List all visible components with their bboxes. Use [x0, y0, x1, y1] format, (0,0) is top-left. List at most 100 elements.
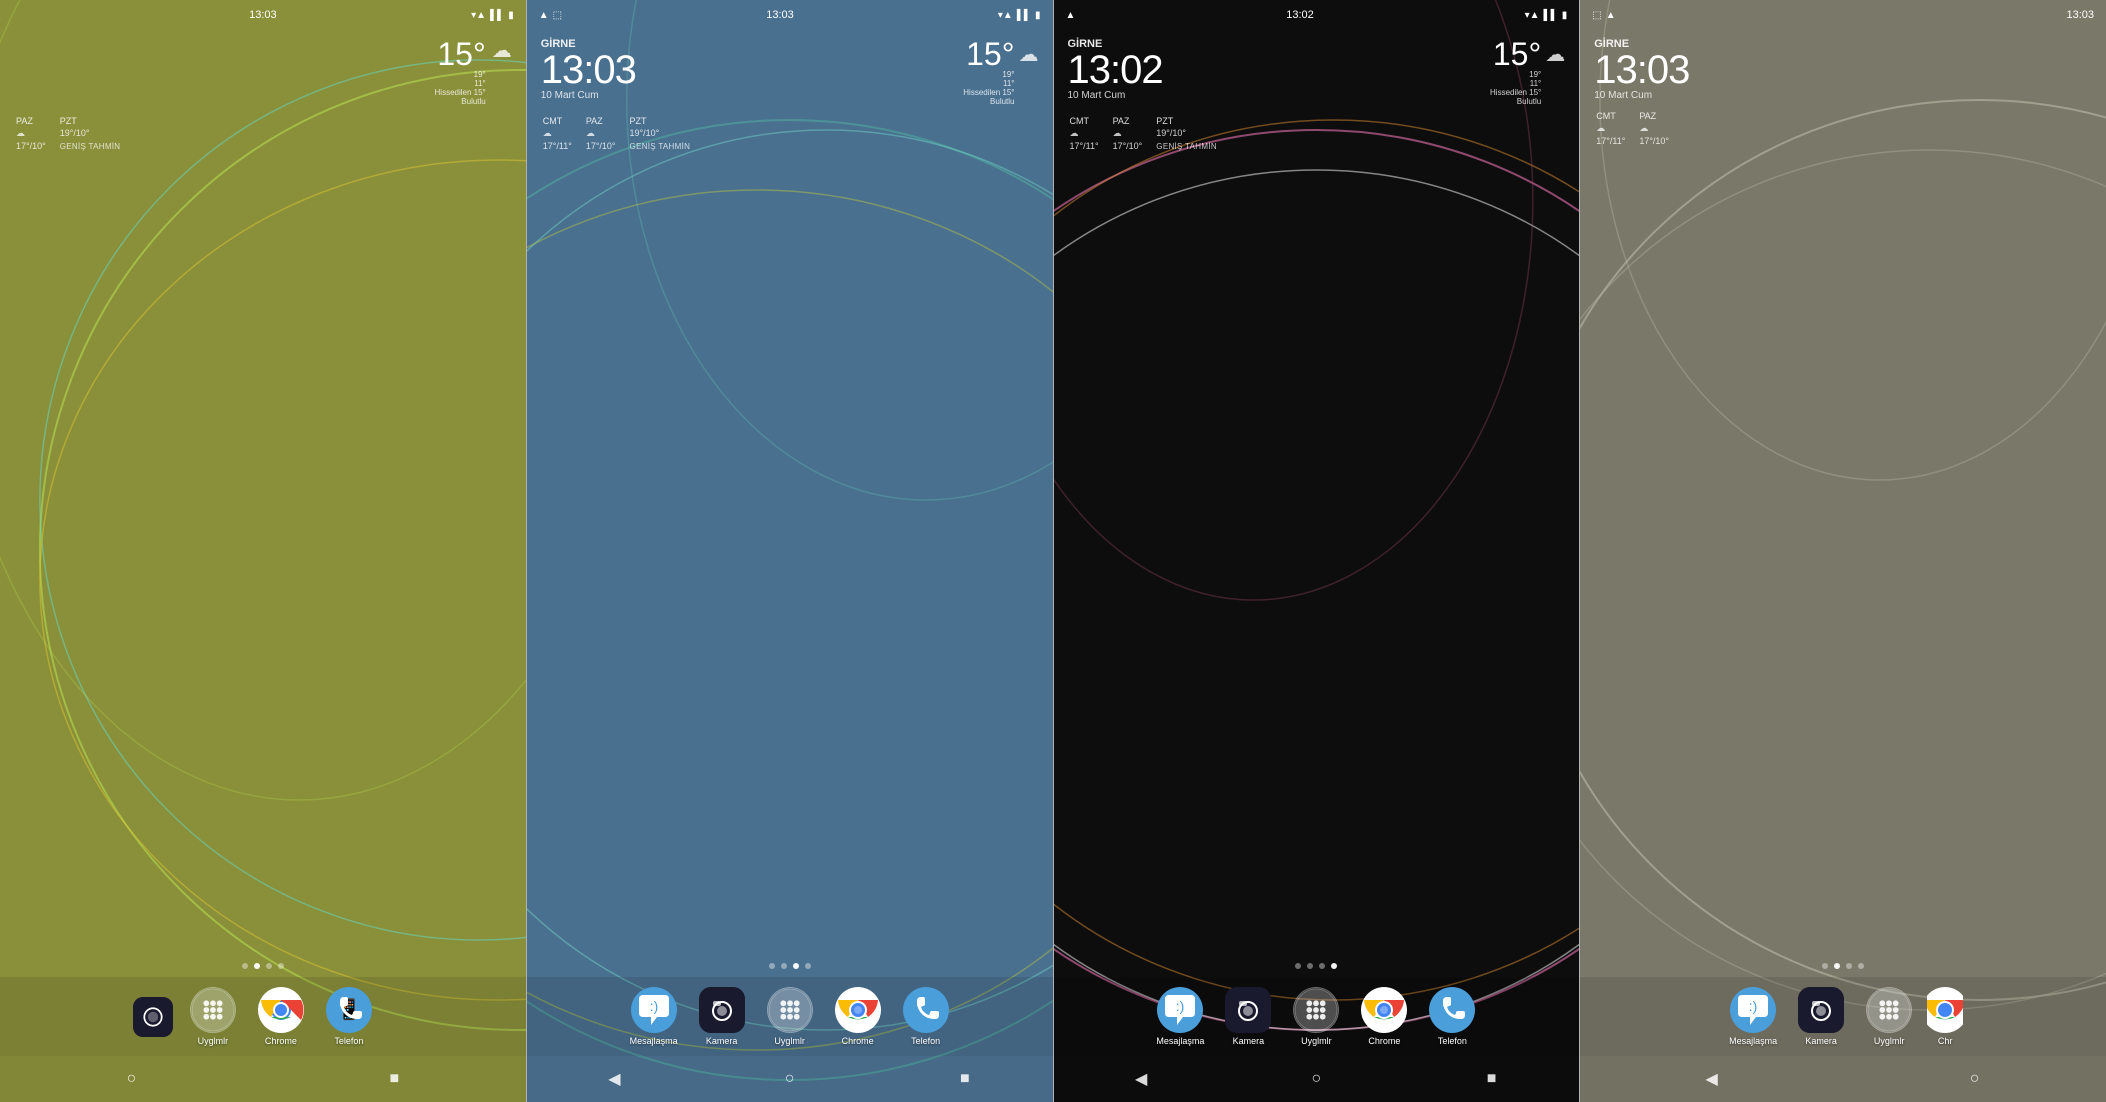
location-2: GİRNE	[541, 38, 636, 50]
nav-bar-1: ○ ■	[0, 1056, 526, 1102]
app-kamera-4[interactable]: Kamera	[1791, 987, 1851, 1046]
status-bar-3: ▲ 13:02 ▾▲ ▌▌ ▮	[1054, 0, 1580, 30]
nav-circle-4[interactable]: ○	[1964, 1068, 1986, 1090]
app-chrome-3[interactable]: Chrome	[1354, 987, 1414, 1046]
status-time-1: 13:03	[249, 9, 277, 21]
app-label-kamera-4: Kamera	[1805, 1036, 1837, 1046]
app-dock-2: :) Mesajlaşma Kamera	[527, 977, 1053, 1056]
app-telefon-2[interactable]: Telefon	[896, 987, 956, 1046]
nav-bar-3: ◀ ○ ■	[1054, 1056, 1580, 1102]
screenshot-icon-4: ⬚	[1592, 10, 1601, 21]
screen-2: ▲ ⬚ 13:03 ▾▲ ▌▌ ▮ GİRNE 13:03 10 Mart Cu…	[527, 0, 1053, 1102]
nav-bar-4: ◀ ○	[1580, 1056, 2106, 1102]
app-mesajlasma-4[interactable]: :) Mesajlaşma	[1723, 987, 1783, 1046]
app-uygulamalar-4[interactable]: Uyglmlr	[1859, 987, 1919, 1046]
nav-back-3[interactable]: ◀	[1130, 1068, 1152, 1090]
weather-widget-1: 15° 19° 11° Hissedilen 15° Bulutlu ☁ PAZ…	[0, 30, 526, 159]
drive-icon-4: ▲	[1606, 10, 1616, 21]
battery-icon-1: ▮	[508, 10, 514, 21]
screenshot-icon-2: ⬚	[553, 10, 562, 21]
weather-widget-3: GİRNE 13:02 10 Mart Cum 15° 19° 11° Hiss…	[1054, 30, 1580, 159]
dot-1-0	[242, 963, 248, 969]
svg-text::): :)	[649, 998, 658, 1014]
dot-3-0	[1295, 963, 1301, 969]
nav-square-1[interactable]: ■	[383, 1068, 405, 1090]
forecast-1: PAZ ☁ 17°/10° PZT 19°/10° GENİŞ TAHMİN	[14, 116, 512, 151]
nav-circle-1[interactable]: ○	[120, 1068, 142, 1090]
temp-detail-2: 19° 11° Hissedilen 15° Bulutlu	[963, 70, 1014, 106]
date-3: 10 Mart Cum	[1068, 90, 1163, 101]
app-dock-4: :) Mesajlaşma Kamera	[1580, 977, 2106, 1056]
drive-icon-3: ▲	[1066, 10, 1076, 21]
nav-circle-3[interactable]: ○	[1305, 1068, 1327, 1090]
app-uygulamalar-2[interactable]: Uyglmlr	[760, 987, 820, 1046]
forecast-3: CMT ☁ 17°/11° PAZ ☁ 17°/10° PZT 19°/10° …	[1068, 116, 1566, 151]
app-dock-1: Uyglmlr Chrome 📱	[0, 977, 526, 1056]
page-indicators-4	[1580, 955, 2106, 977]
app-kamera-2[interactable]: Kamera	[692, 987, 752, 1046]
dot-2-3	[805, 963, 811, 969]
app-label-mes-2: Mesajlaşma	[630, 1036, 678, 1046]
app-dock-3: :) Mesajlaşma Kamera	[1054, 977, 1580, 1056]
app-chrome-2[interactable]: Chrome	[828, 987, 888, 1046]
nav-circle-2[interactable]: ○	[779, 1068, 801, 1090]
dot-3-1	[1307, 963, 1313, 969]
status-time-3: 13:02	[1286, 9, 1314, 21]
app-uygulamalar-1[interactable]: Uyglmlr	[183, 987, 243, 1046]
drive-icon-2: ▲	[539, 10, 549, 21]
dot-2-1	[781, 963, 787, 969]
app-mesajlasma-2[interactable]: :) Mesajlaşma	[624, 987, 684, 1046]
svg-text::): :)	[1749, 998, 1758, 1014]
app-uygulamalar-3[interactable]: Uyglmlr	[1286, 987, 1346, 1046]
location-3: GİRNE	[1068, 38, 1163, 50]
app-chrome-1[interactable]: Chrome	[251, 987, 311, 1046]
status-left-icons-4: ⬚ ▲	[1592, 10, 1615, 21]
app-label-uyg-2: Uyglmlr	[774, 1036, 805, 1046]
nav-square-3[interactable]: ■	[1481, 1068, 1503, 1090]
signal-icon-2: ▌▌	[1017, 10, 1031, 21]
nav-back-2[interactable]: ◀	[603, 1068, 625, 1090]
app-label-mes-3: Mesajlaşma	[1156, 1036, 1204, 1046]
dot-2-0	[769, 963, 775, 969]
battery-icon-3: ▮	[1562, 10, 1568, 21]
app-telefon-1[interactable]: 📱 Telefon	[319, 987, 379, 1046]
signal-icon-3: ▌▌	[1544, 10, 1558, 21]
nav-back-4[interactable]: ◀	[1701, 1068, 1723, 1090]
weather-widget-4: GİRNE 13:03 10 Mart Cum CMT ☁ 17°/11° PA…	[1580, 30, 2106, 154]
app-label-chrome-1: Chrome	[265, 1036, 297, 1046]
page-indicators-2	[527, 955, 1053, 977]
cloud-icon-3: ☁	[1545, 42, 1565, 67]
date-4: 10 Mart Cum	[1594, 90, 1689, 101]
temp-main-1: 15°	[435, 38, 486, 70]
dot-1-1	[254, 963, 260, 969]
app-telefon-3[interactable]: Telefon	[1422, 987, 1482, 1046]
status-icons-1: ▾▲ ▌▌ ▮	[471, 10, 514, 21]
time-large-3: 13:02	[1068, 50, 1163, 90]
status-time-2: 13:03	[766, 9, 794, 21]
status-bar-4: ⬚ ▲ 13:03	[1580, 0, 2106, 30]
app-mesajlasma-3[interactable]: :) Mesajlaşma	[1150, 987, 1210, 1046]
app-camera-partial-1[interactable]	[147, 997, 175, 1037]
nav-square-2[interactable]: ■	[954, 1068, 976, 1090]
app-kamera-3[interactable]: Kamera	[1218, 987, 1278, 1046]
temp-main-2: 15°	[963, 38, 1014, 70]
time-large-4: 13:03	[1594, 50, 1689, 90]
app-label-mes-4: Mesajlaşma	[1729, 1036, 1777, 1046]
status-icons-3: ▾▲ ▌▌ ▮	[1525, 10, 1568, 21]
dot-4-2	[1846, 963, 1852, 969]
wifi-icon-3: ▾▲	[1525, 10, 1540, 21]
dot-2-2	[793, 963, 799, 969]
dot-3-3	[1331, 963, 1337, 969]
forecast-2: CMT ☁ 17°/11° PAZ ☁ 17°/10° PZT 19°/10° …	[541, 116, 1039, 151]
app-label-uyg-3: Uyglmlr	[1301, 1036, 1332, 1046]
app-label-tel-1: Telefon	[334, 1036, 363, 1046]
status-left-icons-2: ▲ ⬚	[539, 10, 562, 21]
temp-detail-1: 19° 11° Hissedilen 15° Bulutlu	[435, 70, 486, 106]
app-label-uyg-4: Uyglmlr	[1874, 1036, 1905, 1046]
forecast-4: CMT ☁ 17°/11° PAZ ☁ 17°/10°	[1594, 111, 2092, 146]
app-label-chrome-2: Chrome	[842, 1036, 874, 1046]
status-time-4: 13:03	[2066, 9, 2094, 21]
app-chrome-partial-4[interactable]: Chr	[1927, 987, 1963, 1046]
dot-3-2	[1319, 963, 1325, 969]
dot-4-0	[1822, 963, 1828, 969]
